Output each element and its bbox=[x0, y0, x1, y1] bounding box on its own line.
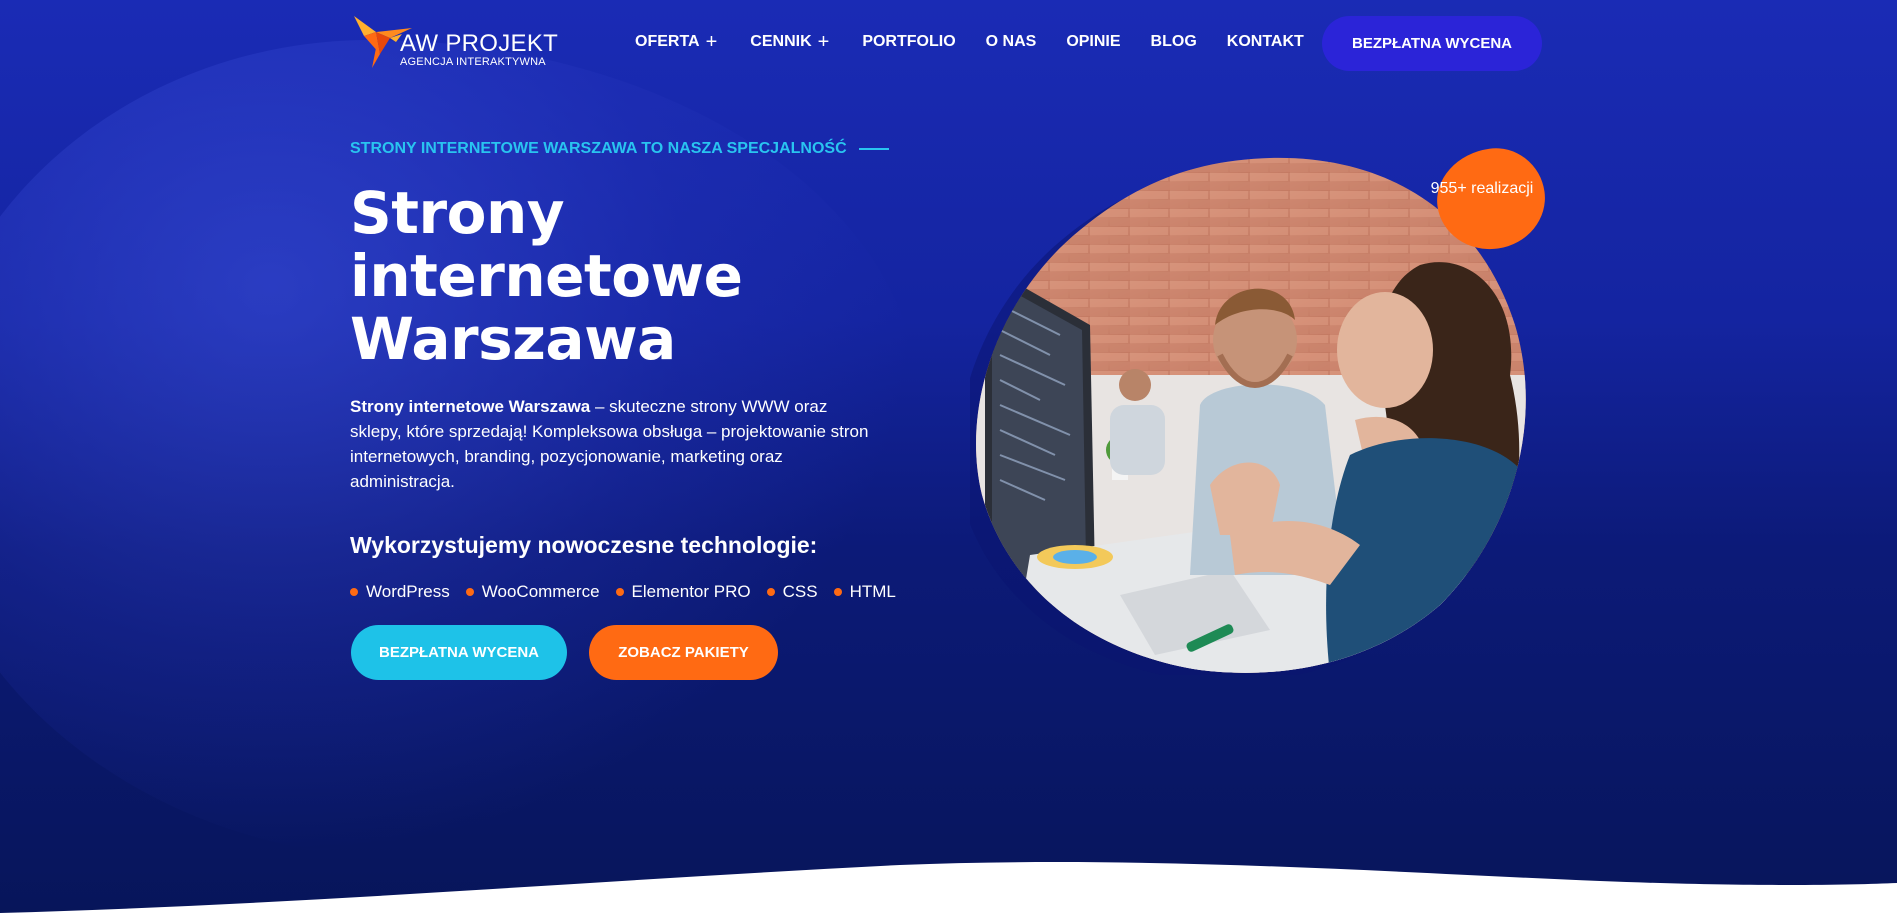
lead-bold: Strony internetowe Warszawa bbox=[350, 397, 591, 416]
brand-name: AW PROJEKT bbox=[400, 30, 559, 57]
header-quote-button[interactable]: BEZPŁATNA WYCENA bbox=[1322, 16, 1542, 71]
plus-icon: + bbox=[705, 31, 718, 53]
site-header: AW PROJEKT AGENCJA INTERAKTYWNA OFERTA + … bbox=[0, 0, 1897, 86]
bullet-dot bbox=[766, 588, 775, 596]
nav-item-blog[interactable]: BLOG bbox=[1151, 30, 1197, 54]
nav-item-opinie[interactable]: OPINIE bbox=[1066, 30, 1120, 54]
title-line: Strony bbox=[350, 179, 565, 247]
bullet-dot bbox=[465, 588, 474, 596]
main-nav: OFERTA + CENNIK + PORTFOLIO O NAS OPINIE B… bbox=[635, 30, 1304, 54]
title-line: internetowe bbox=[350, 242, 743, 310]
see-packages-button[interactable]: ZOBACZ PAKIETY bbox=[589, 625, 778, 680]
brand-tagline: AGENCJA INTERAKTYWNA bbox=[400, 56, 546, 68]
tech-item: Elementor PRO bbox=[615, 582, 751, 602]
tech-label: HTML bbox=[849, 582, 896, 601]
hero-photo bbox=[970, 157, 1526, 675]
tech-list: WordPress WooCommerce Elementor PRO CSS … bbox=[350, 582, 896, 602]
nav-item-kontakt[interactable]: KONTAKT bbox=[1227, 30, 1304, 54]
tech-label: Elementor PRO bbox=[631, 582, 751, 601]
hero-description: Strony internetowe Warszawa – skuteczne … bbox=[350, 394, 880, 494]
logo[interactable]: AW PROJEKT AGENCJA INTERAKTYWNA bbox=[350, 14, 558, 69]
eyebrow-text: STRONY INTERNETOWE WARSZAWA TO NASZA SPE… bbox=[350, 140, 847, 157]
bottom-wave bbox=[0, 862, 1897, 915]
nav-label: O NAS bbox=[985, 33, 1037, 50]
tech-label: CSS bbox=[782, 582, 818, 601]
nav-label: OPINIE bbox=[1066, 33, 1121, 50]
bullet-dot bbox=[833, 588, 842, 596]
page-title: Strony internetowe Warszawa bbox=[350, 182, 870, 371]
plus-icon: + bbox=[817, 31, 830, 53]
nav-item-cennik[interactable]: CENNIK + bbox=[750, 30, 829, 54]
title-line: Warszawa bbox=[350, 305, 676, 373]
bullet-dot bbox=[615, 588, 624, 596]
bullet-dot bbox=[350, 588, 358, 596]
logo-text: AW PROJEKT AGENCJA INTERAKTYWNA bbox=[400, 32, 558, 69]
nav-item-o-nas[interactable]: O NAS bbox=[986, 30, 1037, 54]
tech-item: HTML bbox=[833, 582, 896, 602]
nav-label: PORTFOLIO bbox=[862, 33, 956, 50]
nav-item-oferta[interactable]: OFERTA + bbox=[635, 30, 717, 54]
projects-badge-label: 955+ realizacji bbox=[1430, 180, 1534, 197]
tech-heading: Wykorzystujemy nowoczesne technologie: bbox=[350, 532, 818, 558]
tech-item: WooCommerce bbox=[465, 582, 600, 602]
nav-item-portfolio[interactable]: PORTFOLIO bbox=[862, 30, 955, 54]
tech-item: WordPress bbox=[350, 582, 450, 602]
eyebrow-line bbox=[858, 148, 889, 150]
nav-label: CENNIK bbox=[750, 33, 812, 50]
nav-label: KONTAKT bbox=[1226, 33, 1304, 50]
tech-label: WordPress bbox=[366, 582, 450, 601]
hero-eyebrow: STRONY INTERNETOWE WARSZAWA TO NASZA SPE… bbox=[350, 140, 889, 158]
nav-label: OFERTA bbox=[635, 33, 700, 50]
tech-item: CSS bbox=[766, 582, 818, 602]
free-quote-button[interactable]: BEZPŁATNA WYCENA bbox=[351, 625, 567, 680]
nav-label: BLOG bbox=[1150, 33, 1197, 50]
tech-label: WooCommerce bbox=[481, 582, 600, 601]
